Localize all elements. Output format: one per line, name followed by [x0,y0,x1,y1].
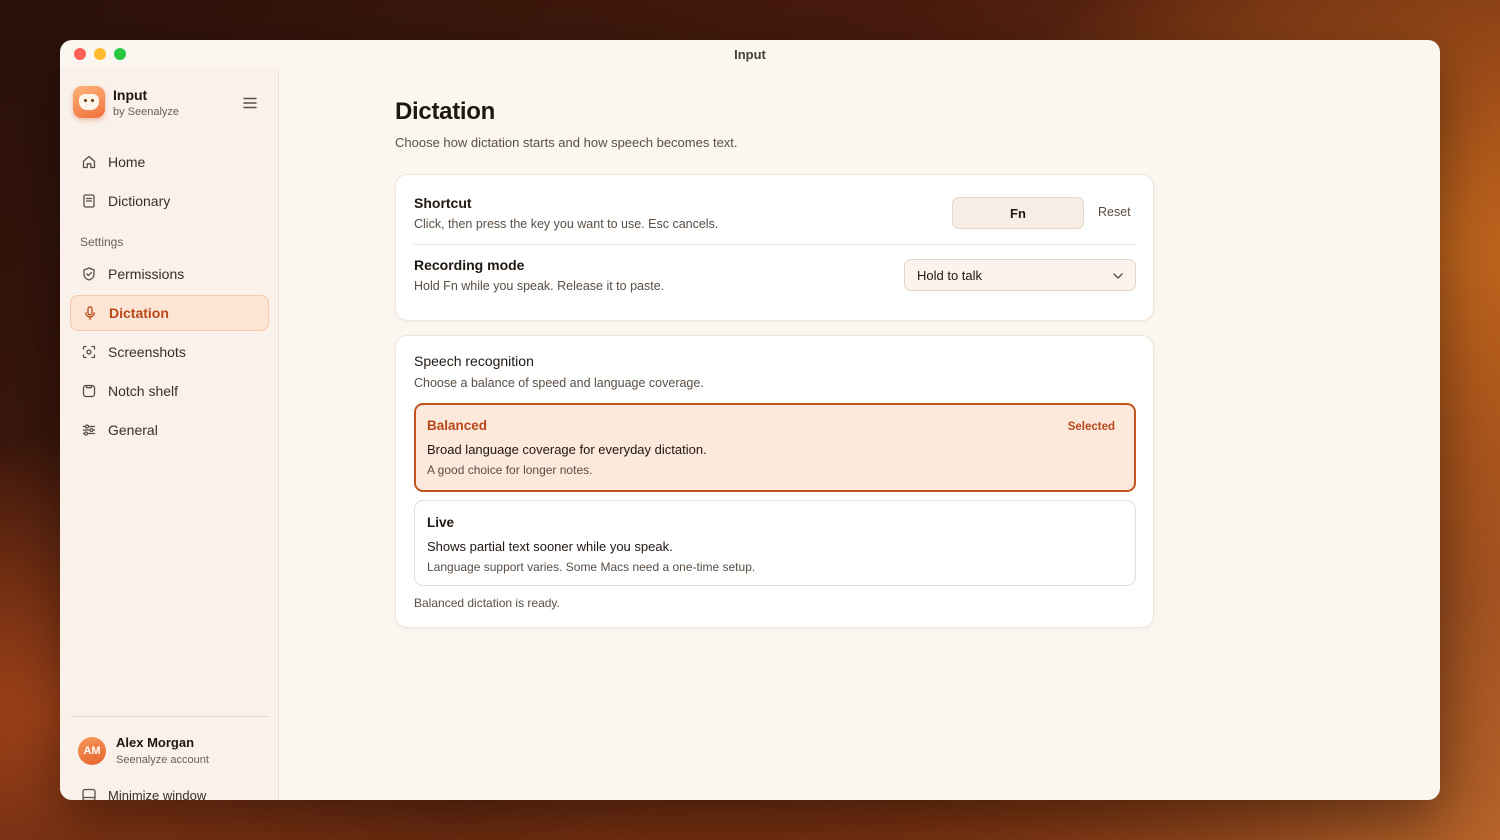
speech-recognition-subtitle: Choose a balance of speed and language c… [414,376,704,390]
zoom-window-button[interactable] [114,48,126,60]
option-note: A good choice for longer notes. [427,463,593,477]
speech-recognition-card: Speech recognition Choose a balance of s… [395,335,1154,628]
user-name: Alex Morgan [116,735,195,750]
close-window-button[interactable] [74,48,86,60]
option-name: Live [427,515,455,530]
chevron-down-icon [1113,273,1123,279]
sidebar-item-notch-shelf[interactable]: Notch shelf [70,373,269,409]
recording-mode-select[interactable]: Hold to talk [904,259,1136,291]
sidebar-toggle-button[interactable] [242,95,258,111]
reset-shortcut-button[interactable]: Reset [1098,205,1131,219]
sliders-icon [80,421,98,439]
sidebar-item-dictation[interactable]: Dictation [70,295,269,331]
brand: Input by Seenalyze [73,86,179,118]
brand-subtitle: by Seenalyze [113,105,180,118]
shelf-icon [80,382,98,400]
home-icon [80,153,98,171]
sidebar: Input by Seenalyze Home Dictionary Setti… [60,68,279,800]
screenshot-icon [80,343,98,361]
sidebar-item-label: General [108,422,158,438]
title-bar: Input [60,40,1440,68]
recording-mode-value: Hold to talk [917,267,983,283]
shortcut-card: Shortcut Click, then press the key you w… [395,174,1154,321]
user-account[interactable]: AM Alex Morgan Seenalyze account [70,735,269,766]
speech-recognition-title: Speech recognition [414,353,534,369]
minimize-window-label: Minimize window [108,787,207,801]
page-subtitle: Choose how dictation starts and how spee… [395,135,738,150]
selected-badge: Selected [1067,421,1115,433]
app-window: Input Input by Seenalyze Home Dictionary… [60,40,1440,800]
window-icon [80,786,98,800]
option-balanced[interactable]: Balanced Selected Broad language coverag… [414,403,1136,492]
dictation-status: Balanced dictation is ready. [414,596,560,610]
sidebar-item-label: Notch shelf [108,383,179,399]
sidebar-item-label: Permissions [108,266,185,282]
minimize-window-link[interactable]: Minimize window [70,786,269,800]
brand-name: Input [113,86,148,103]
sidebar-item-home[interactable]: Home [70,144,269,180]
nav-section-settings: Settings [80,235,124,249]
menu-icon [243,97,257,109]
app-logo-icon [73,86,105,118]
main-nav: Home Dictionary Settings Permissions Dic… [70,144,269,451]
sidebar-item-screenshots[interactable]: Screenshots [70,334,269,370]
option-description: Broad language coverage for everyday dic… [427,442,707,457]
user-account-label: Seenalyze account [116,754,209,766]
option-name: Balanced [427,418,488,433]
sidebar-item-label: Dictation [109,305,169,321]
book-icon [80,192,98,210]
sidebar-item-general[interactable]: General [70,412,269,448]
sidebar-item-label: Home [108,154,146,170]
sidebar-footer: AM Alex Morgan Seenalyze account Minimiz… [70,716,269,800]
sidebar-item-dictionary[interactable]: Dictionary [70,183,269,219]
window-title: Input [734,46,766,62]
minimize-window-button[interactable] [94,48,106,60]
window-controls [74,48,126,60]
option-note: Language support varies. Some Macs need … [427,560,756,574]
option-live[interactable]: Live Shows partial text sooner while you… [414,500,1136,586]
shield-icon [80,265,98,283]
sidebar-item-permissions[interactable]: Permissions [70,256,269,292]
page-title: Dictation [395,98,495,125]
option-description: Shows partial text sooner while you spea… [427,539,673,554]
shortcut-key-button[interactable]: Fn [952,197,1084,229]
divider [414,244,1135,245]
avatar: AM [78,736,106,765]
microphone-icon [81,304,99,322]
sidebar-item-label: Dictionary [108,193,171,209]
sidebar-item-label: Screenshots [108,344,186,360]
